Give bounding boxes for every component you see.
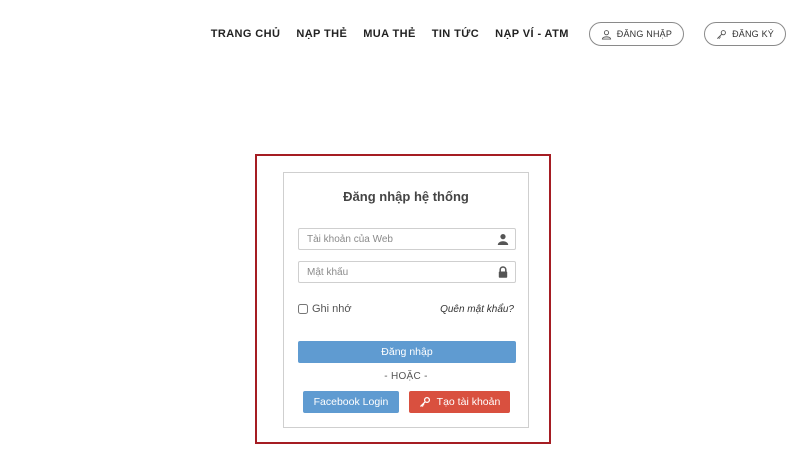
- login-button[interactable]: Đăng nhập: [298, 341, 516, 363]
- nav-register-button[interactable]: ĐĂNG KÝ: [704, 22, 786, 46]
- user-icon: [497, 234, 509, 245]
- key-icon: [419, 396, 430, 407]
- remember-checkbox[interactable]: [298, 304, 308, 314]
- remember-me[interactable]: Ghi nhớ: [298, 303, 352, 315]
- forgot-password-link[interactable]: Quên mật khẩu?: [440, 304, 514, 315]
- login-card: Đăng nhập hệ thống Ghi nhớ Quên mật khẩu…: [283, 172, 529, 428]
- or-divider: - HOẶC -: [384, 371, 428, 382]
- top-nav: TRANG CHỦ NẠP THẺ MUA THẺ TIN TỨC NẠP VÍ…: [211, 22, 786, 46]
- nav-register-label: ĐĂNG KÝ: [732, 29, 774, 39]
- nav-login-button[interactable]: ĐĂNG NHẬP: [588, 22, 685, 46]
- lock-icon: [498, 266, 508, 278]
- password-input[interactable]: [299, 262, 497, 283]
- user-icon: [601, 29, 611, 40]
- login-title: Đăng nhập hệ thống: [343, 189, 469, 204]
- nav-home[interactable]: TRANG CHỦ: [211, 28, 281, 40]
- nav-wallet-atm[interactable]: NẠP VÍ - ATM: [495, 28, 569, 40]
- nav-topup-card[interactable]: NẠP THẺ: [296, 28, 347, 40]
- create-account-label: Tạo tài khoản: [436, 396, 501, 408]
- nav-login-label: ĐĂNG NHẬP: [616, 29, 673, 39]
- create-account-button[interactable]: Tạo tài khoản: [409, 391, 510, 413]
- password-field-wrapper: [298, 261, 516, 283]
- nav-news[interactable]: TIN TỨC: [432, 28, 479, 40]
- facebook-login-button[interactable]: Facebook Login: [303, 391, 399, 413]
- key-icon: [717, 29, 726, 39]
- username-field-wrapper: [298, 228, 516, 250]
- remember-label: Ghi nhớ: [312, 303, 352, 315]
- username-input[interactable]: [299, 229, 497, 250]
- nav-buy-card[interactable]: MUA THẺ: [363, 28, 416, 40]
